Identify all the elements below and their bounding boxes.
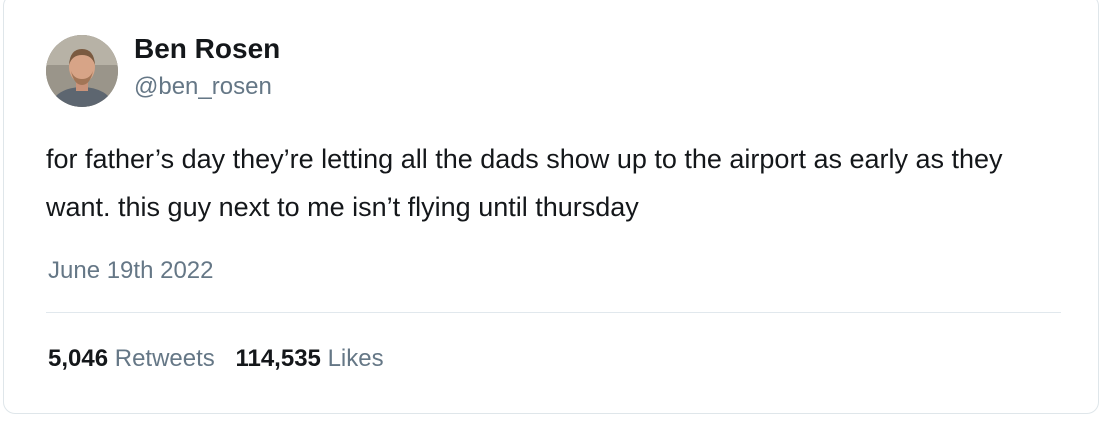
avatar[interactable] xyxy=(46,35,118,107)
likes-count: 114,535 xyxy=(235,345,321,372)
tweet-card: Ben Rosen @ben_rosen for father’s day th… xyxy=(3,0,1099,414)
retweets-count: 5,046 xyxy=(48,345,109,372)
tweet-stats: 5,046 Retweets 114,535 Likes xyxy=(48,345,398,373)
likes-stat[interactable]: 114,535 Likes xyxy=(235,345,383,373)
avatar-image xyxy=(46,35,118,107)
likes-label: Likes xyxy=(327,345,384,372)
author-handle[interactable]: @ben_rosen xyxy=(134,73,272,101)
retweets-stat[interactable]: 5,046 Retweets xyxy=(48,345,215,373)
tweet-text: for father’s day they’re letting all the… xyxy=(46,144,1003,222)
divider xyxy=(46,312,1061,313)
retweets-label: Retweets xyxy=(114,345,215,372)
author-name[interactable]: Ben Rosen xyxy=(134,33,280,65)
tweet-date[interactable]: June 19th 2022 xyxy=(48,257,213,285)
